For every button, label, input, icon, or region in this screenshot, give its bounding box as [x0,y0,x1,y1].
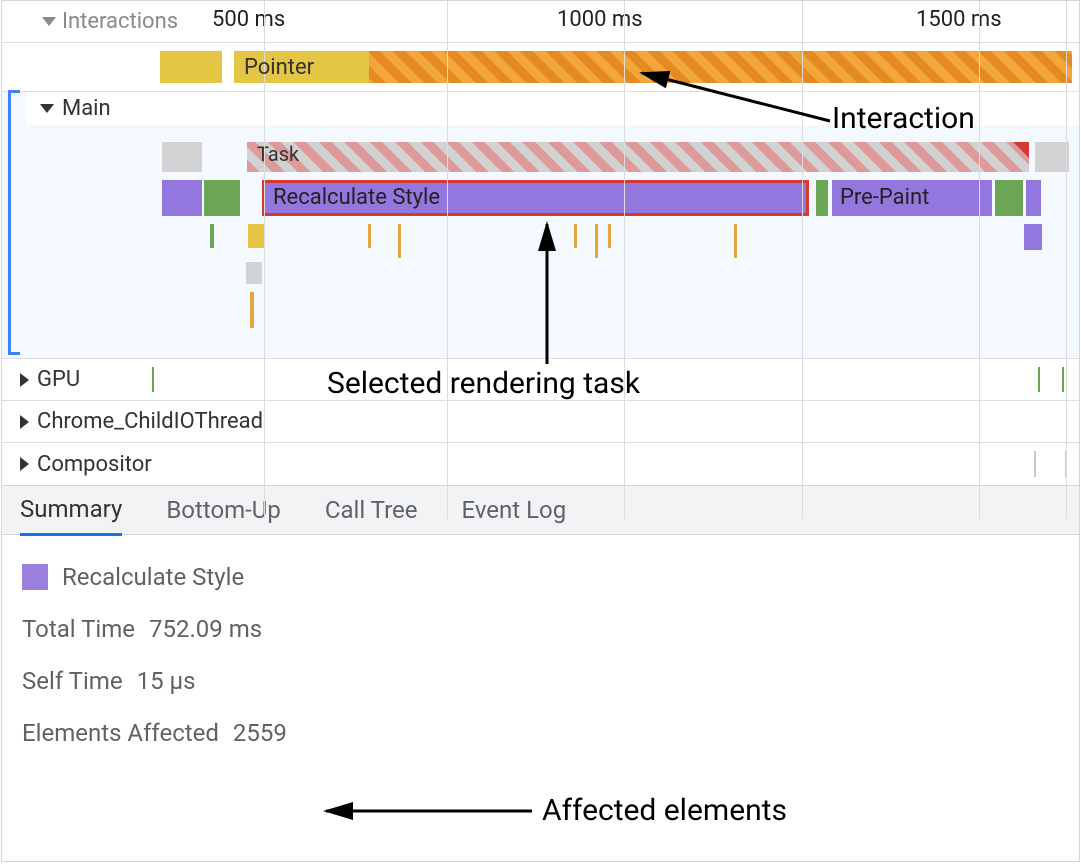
flame-chip [1024,224,1042,250]
recalculate-style-block[interactable]: Recalculate Style [262,180,809,216]
summary-label: Total Time [22,615,135,643]
interactions-section-toggle[interactable]: Interactions [42,9,178,34]
recalculate-style-label: Recalculate Style [265,185,440,210]
annotation-arrow-icon [630,61,840,131]
flame-chip [250,292,254,328]
summary-event-name: Recalculate Style [62,563,244,591]
chevron-right-icon [20,457,29,471]
flame-chip [608,224,611,248]
chevron-right-icon [20,373,29,387]
flame-chip [368,224,371,248]
flame-chip [595,224,598,258]
chevron-down-icon [40,104,54,113]
annotation-arrow-icon [318,800,538,822]
main-label-text: Main [62,96,111,121]
tab-call-tree[interactable]: Call Tree [325,486,418,534]
annotation-arrow-icon [537,216,557,366]
tab-event-log[interactable]: Event Log [461,486,566,534]
flame-chip [1038,367,1040,392]
compositor-track-toggle[interactable]: Compositor [2,443,1079,485]
flame-chip [1034,451,1036,477]
pre-paint-block[interactable]: Pre-Paint [832,180,992,216]
long-task-warning-icon [1013,142,1029,158]
summary-label: Self Time [22,667,123,695]
gpu-track-label: GPU [37,367,80,392]
chevron-down-icon [42,17,56,26]
summary-label: Elements Affected [22,719,219,747]
paint-block[interactable] [204,180,240,216]
ruler-tick: 1500 ms [916,7,1002,32]
summary-value-elements-affected: 2559 [233,719,287,747]
flame-chip [574,224,577,248]
chevron-right-icon [20,415,29,429]
annotation-interaction: Interaction [832,101,975,136]
ruler-tick: 1000 ms [557,7,643,32]
paint-block[interactable] [995,180,1023,216]
tab-summary[interactable]: Summary [20,485,122,536]
flame-chip [734,224,737,258]
main-thread-bracket [8,90,20,355]
pre-paint-label: Pre-Paint [832,185,929,210]
style-block[interactable] [162,180,202,216]
flame-chip [152,367,154,392]
childio-track-label: Chrome_ChildIOThread [37,409,263,434]
childio-track-toggle[interactable]: Chrome_ChildIOThread [2,401,1079,443]
flame-chip [398,224,401,258]
flame-chip [248,224,264,248]
ruler-tick: 500 ms [212,7,285,32]
annotation-selected-task: Selected rendering task [327,366,640,401]
details-tab-strip: Summary Bottom-Up Call Tree Event Log [2,485,1079,535]
interactions-label: Interactions [62,9,178,34]
task-block[interactable] [1035,142,1069,172]
summary-value: 752.09 ms [149,615,262,643]
compositor-track-label: Compositor [37,452,152,477]
style-block[interactable] [1026,180,1041,216]
task-label: Task [247,142,299,166]
paint-block[interactable] [816,180,828,216]
flame-chip [1062,367,1064,392]
flame-chip [246,262,262,284]
flame-chip [210,224,214,248]
task-block[interactable] [162,142,202,172]
long-task-block[interactable]: Task [247,142,1029,172]
annotation-affected-elements: Affected elements [542,793,787,828]
interaction-input-delay[interactable] [160,51,222,83]
summary-value: 15 µs [137,667,196,695]
event-color-swatch [22,564,48,590]
